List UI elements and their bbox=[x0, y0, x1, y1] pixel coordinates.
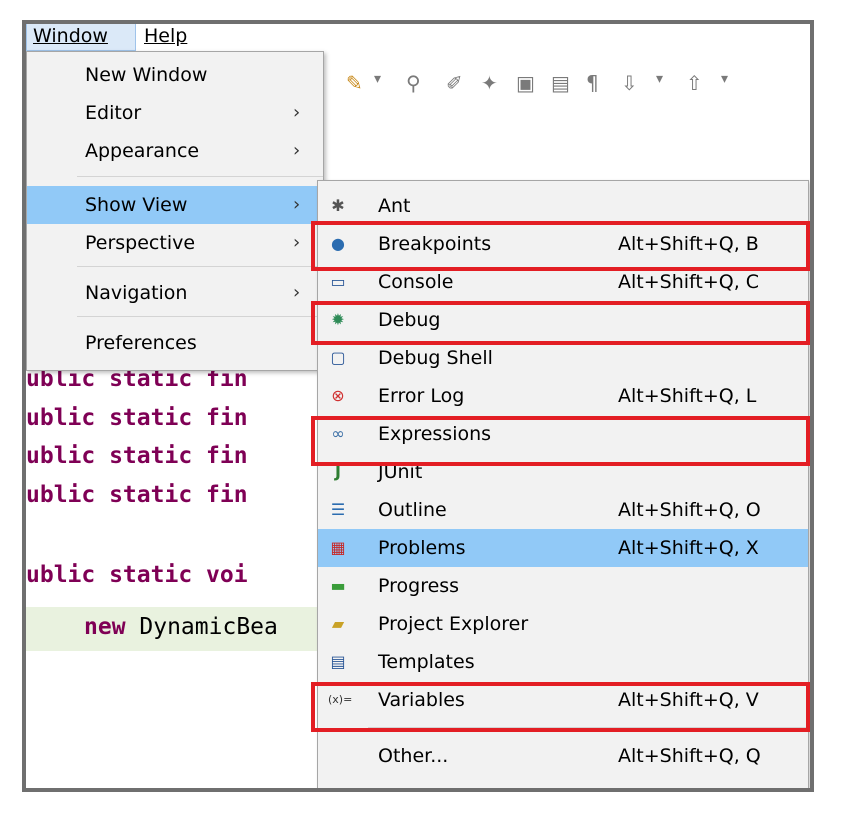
next-annotation-icon[interactable]: ⇩ bbox=[621, 71, 638, 95]
console-icon: ▭ bbox=[330, 272, 346, 291]
menu-separator bbox=[77, 266, 323, 267]
chevron-right-icon: › bbox=[293, 282, 301, 303]
annotation-icon[interactable]: ✦ bbox=[481, 71, 498, 95]
document-icon[interactable]: ▤ bbox=[551, 71, 570, 95]
view-item-debug-shell[interactable]: ▢ Debug Shell bbox=[318, 339, 808, 377]
block-icon[interactable]: ▣ bbox=[516, 71, 535, 95]
menu-item-preferences[interactable]: Preferences bbox=[27, 324, 323, 362]
dropdown-icon[interactable]: ▾ bbox=[656, 71, 663, 87]
view-item-junit[interactable]: J JUnit bbox=[318, 453, 808, 491]
view-item-progress[interactable]: ▬ Progress bbox=[318, 567, 808, 605]
code-line: ublic static fin bbox=[26, 482, 248, 508]
ant-icon: ✱ bbox=[331, 196, 345, 215]
menu-item-appearance[interactable]: Appearance › bbox=[27, 132, 323, 170]
view-item-breakpoints[interactable]: ● Breakpoints Alt+Shift+Q, B bbox=[318, 225, 808, 263]
chevron-right-icon: › bbox=[293, 102, 301, 123]
menu-window[interactable]: Window bbox=[26, 24, 136, 51]
problems-icon: ▦ bbox=[330, 538, 346, 557]
pen-icon[interactable]: ✎ bbox=[346, 71, 363, 95]
view-item-console[interactable]: ▭ Console Alt+Shift+Q, C bbox=[318, 263, 808, 301]
code-line: ublic static fin bbox=[26, 405, 248, 431]
view-item-expressions[interactable]: ∞ Expressions bbox=[318, 415, 808, 453]
menu-item-editor[interactable]: Editor › bbox=[27, 94, 323, 132]
breakpoints-icon: ● bbox=[331, 234, 345, 253]
view-item-variables[interactable]: (x)= Variables Alt+Shift+Q, V bbox=[318, 681, 808, 719]
menu-help[interactable]: Help bbox=[138, 24, 198, 51]
error-log-icon: ⊗ bbox=[331, 386, 345, 405]
dropdown-icon[interactable]: ▾ bbox=[721, 71, 728, 87]
menu-item-show-view[interactable]: Show View › bbox=[27, 186, 323, 224]
debug-icon: ✹ bbox=[331, 310, 345, 329]
dropdown-icon[interactable]: ▾ bbox=[374, 71, 381, 87]
view-item-debug[interactable]: ✹ Debug bbox=[318, 301, 808, 339]
chevron-right-icon: › bbox=[293, 140, 301, 161]
templates-icon: ▤ bbox=[330, 652, 346, 671]
progress-icon: ▬ bbox=[330, 576, 346, 595]
code-line: new DynamicBea bbox=[84, 614, 278, 640]
show-view-submenu: ✱ Ant ● Breakpoints Alt+Shift+Q, B ▭ Con… bbox=[317, 180, 809, 788]
menu-separator bbox=[368, 727, 808, 728]
menu-item-new-window[interactable]: New Window bbox=[27, 56, 323, 94]
search-icon[interactable]: ⚲ bbox=[406, 71, 421, 95]
variables-icon: (x)= bbox=[328, 693, 353, 706]
view-item-ant[interactable]: ✱ Ant bbox=[318, 187, 808, 225]
menu-item-perspective[interactable]: Perspective › bbox=[27, 224, 323, 262]
code-line: ublic static voi bbox=[26, 562, 248, 588]
chevron-right-icon: › bbox=[293, 232, 301, 253]
menu-separator bbox=[77, 316, 323, 317]
menu-separator bbox=[77, 176, 323, 177]
junit-icon: J bbox=[335, 462, 341, 481]
menu-item-navigation[interactable]: Navigation › bbox=[27, 274, 323, 312]
expressions-icon: ∞ bbox=[331, 424, 345, 443]
view-item-project-explorer[interactable]: ▰ Project Explorer bbox=[318, 605, 808, 643]
view-item-error-log[interactable]: ⊗ Error Log Alt+Shift+Q, L bbox=[318, 377, 808, 415]
chevron-right-icon: › bbox=[293, 194, 301, 215]
code-line: ublic static fin bbox=[26, 443, 248, 469]
menu-bar: Window Help bbox=[26, 24, 810, 51]
edit-icon[interactable]: ✐ bbox=[446, 71, 463, 95]
prev-annotation-icon[interactable]: ⇧ bbox=[686, 71, 703, 95]
outline-icon: ☰ bbox=[330, 500, 346, 519]
debug-shell-icon: ▢ bbox=[330, 348, 346, 367]
view-item-outline[interactable]: ☰ Outline Alt+Shift+Q, O bbox=[318, 491, 808, 529]
view-item-other[interactable]: Other... Alt+Shift+Q, Q bbox=[318, 737, 808, 775]
project-explorer-icon: ▰ bbox=[331, 614, 345, 633]
view-item-problems[interactable]: ▦ Problems Alt+Shift+Q, X bbox=[318, 529, 808, 567]
eclipse-window: ✎ ▾ ⚲ ✐ ✦ ▣ ▤ ¶ ⇩ ▾ ⇧ ▾ ublic static fin… bbox=[22, 20, 814, 792]
view-item-templates[interactable]: ▤ Templates bbox=[318, 643, 808, 681]
toolbar: ✎ ▾ ⚲ ✐ ✦ ▣ ▤ ¶ ⇩ ▾ ⇧ ▾ bbox=[316, 51, 810, 146]
window-menu: New Window Editor › Appearance › Show Vi… bbox=[26, 51, 324, 371]
pilcrow-icon[interactable]: ¶ bbox=[586, 71, 599, 95]
